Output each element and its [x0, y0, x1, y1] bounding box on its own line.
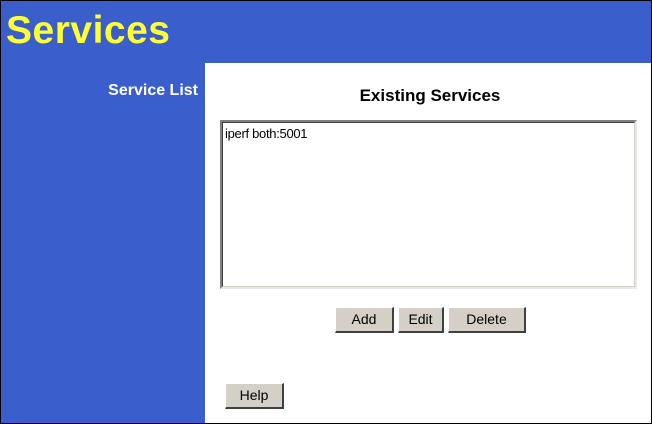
sidebar-label-service-list: Service List [108, 82, 198, 99]
existing-services-heading: Existing Services [359, 86, 501, 105]
add-button[interactable]: Add [335, 307, 394, 333]
help-button[interactable]: Help [225, 383, 284, 409]
edit-button[interactable]: Edit [398, 307, 444, 333]
page-header: Services [1, 1, 651, 63]
list-item[interactable]: iperf both:5001 [225, 126, 308, 141]
listbox-well: iperf both:5001 [222, 122, 635, 287]
delete-button[interactable]: Delete [448, 307, 526, 333]
sidebar: Service List [1, 63, 205, 423]
page-title: Services [6, 9, 171, 52]
services-listbox[interactable]: iperf both:5001 [220, 120, 637, 289]
